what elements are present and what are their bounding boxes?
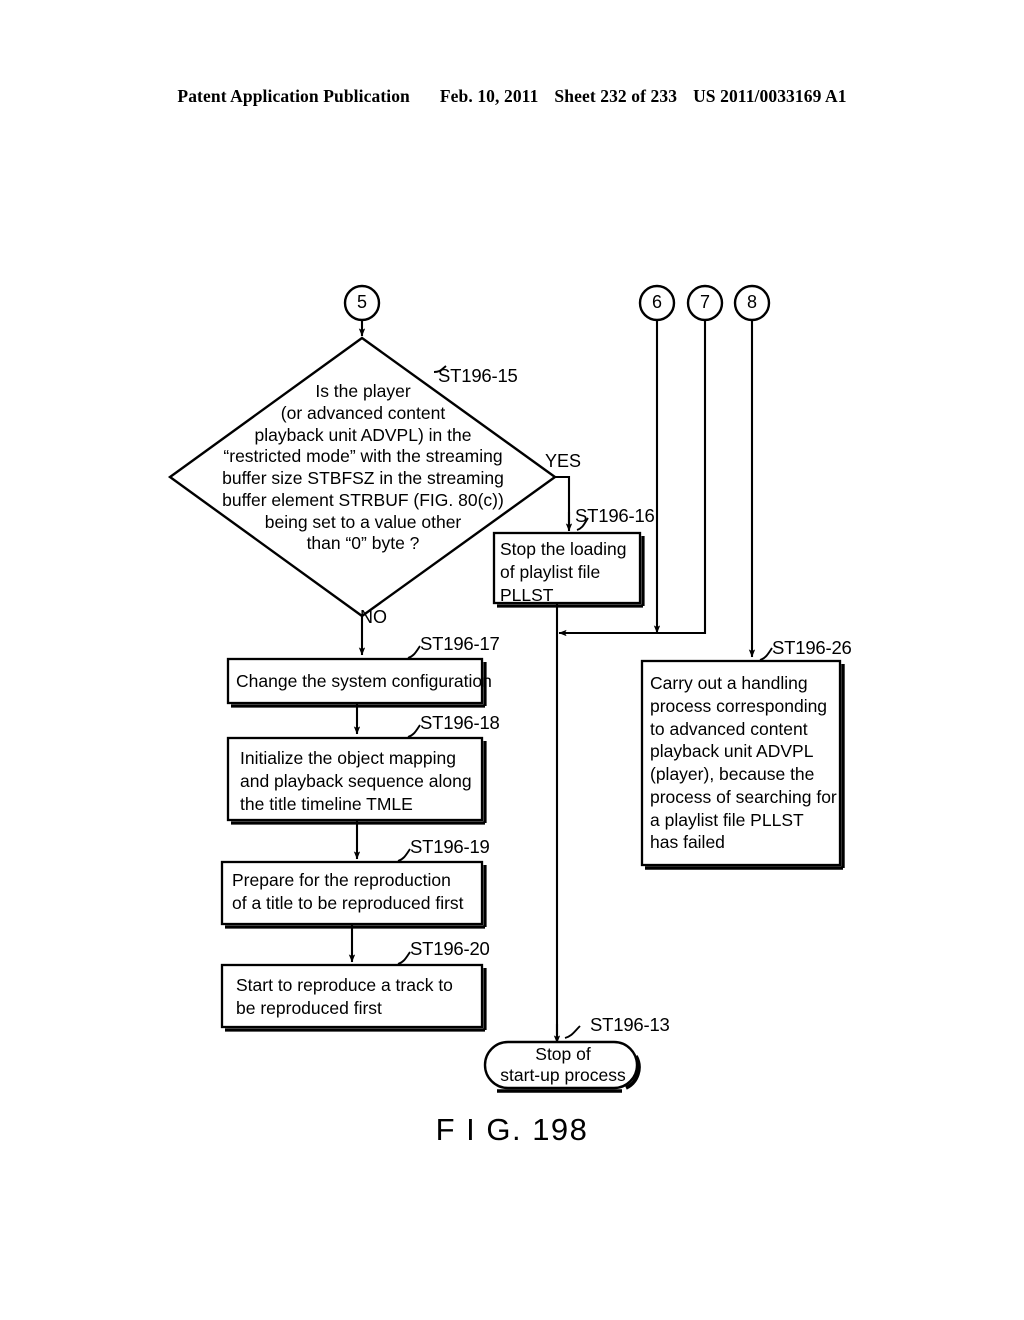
- connector-label-7: 7: [699, 292, 710, 312]
- figure-caption: F I G. 198: [435, 1112, 589, 1147]
- step-label-st196-19: ST196-19: [410, 836, 490, 857]
- leader-st196-20: [397, 951, 411, 965]
- leader-st196-19: [397, 848, 411, 862]
- branch-label-no: NO: [360, 607, 387, 627]
- process-text-st196-17: Change the system configuration: [236, 671, 492, 691]
- process-text-st196-16: Stop the loading of playlist file PLLST: [500, 539, 627, 605]
- leader-st196-18: [407, 724, 421, 738]
- process-text-st196-18: Initialize the object mapping and playba…: [240, 748, 472, 814]
- leader-st196-13: [564, 1025, 581, 1039]
- step-label-st196-17: ST196-17: [420, 633, 500, 654]
- process-text-st196-20: Start to reproduce a track to be reprodu…: [236, 975, 453, 1018]
- step-label-st196-18: ST196-18: [420, 712, 500, 733]
- leader-st196-26: [759, 647, 773, 661]
- step-label-st196-20: ST196-20: [410, 938, 490, 959]
- process-text-st196-19: Prepare for the reproduction of a title …: [232, 870, 464, 913]
- terminal-node-text: Stop of start-up process: [500, 1044, 626, 1086]
- connector-label-8: 8: [746, 292, 757, 312]
- decision-node-text: Is the player (or advanced content playb…: [222, 381, 504, 554]
- step-label-st196-16: ST196-16: [575, 505, 655, 526]
- step-label-st196-13: ST196-13: [590, 1014, 670, 1035]
- process-text-st196-26: Carry out a handling process correspondi…: [650, 673, 837, 853]
- edge-decision-yes: [555, 475, 571, 527]
- step-label-st196-26: ST196-26: [772, 637, 852, 658]
- connector-label-5: 5: [356, 292, 367, 312]
- connector-label-6: 6: [651, 292, 662, 312]
- leader-st196-17: [407, 645, 421, 659]
